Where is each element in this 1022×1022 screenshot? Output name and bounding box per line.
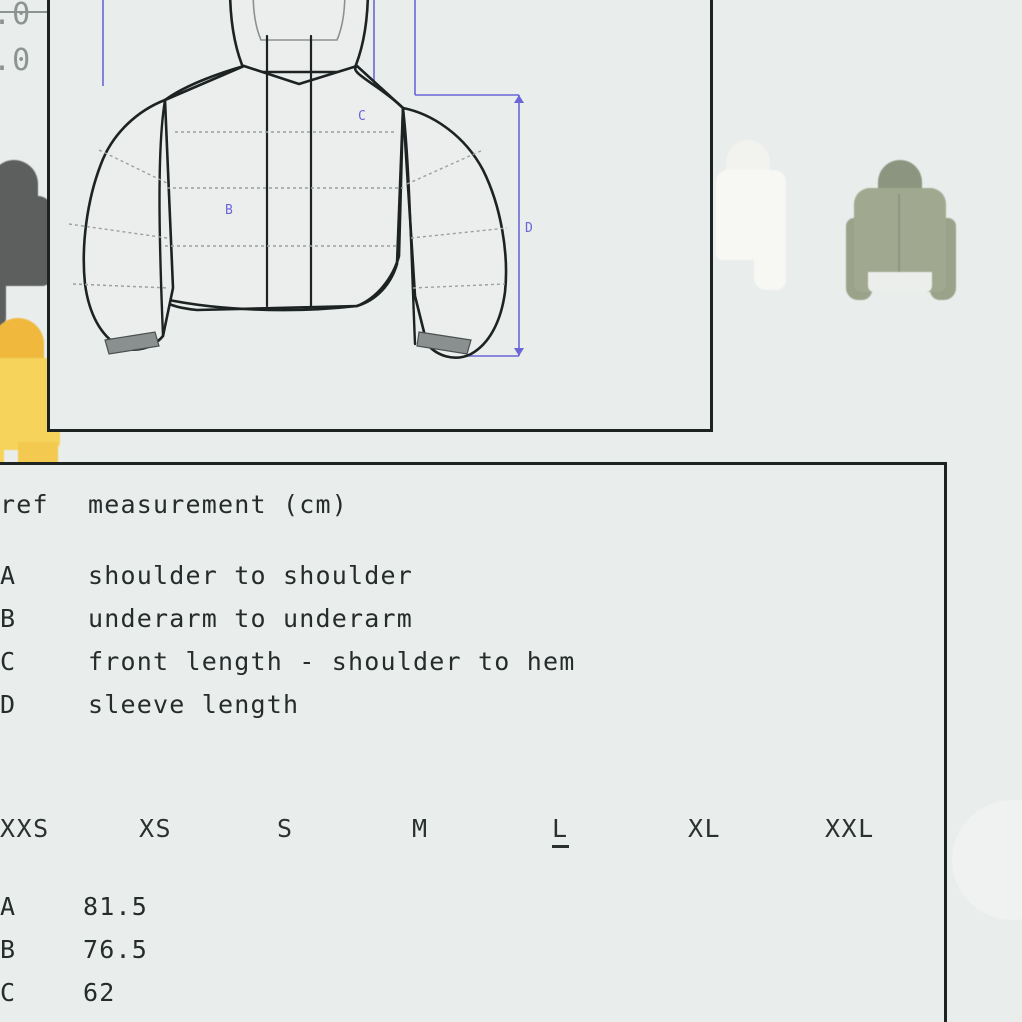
thumb-hem-gap (868, 272, 932, 292)
legend-header-row: ref measurement (cm) (0, 490, 947, 533)
legend-ref-a: A (0, 561, 17, 590)
value-row-a: A 81.5 (0, 892, 947, 935)
legend-row-c: C front length - shoulder to hem (0, 647, 947, 690)
background-circle-decoration (952, 800, 1022, 920)
legend-desc-a: shoulder to shoulder (88, 561, 414, 590)
size-option-xxs[interactable]: XXS (0, 814, 50, 843)
legend-header-measurement: measurement (cm) (88, 490, 349, 519)
thumbnail-cream-puffer[interactable] (712, 140, 792, 292)
thumb-body (0, 196, 52, 286)
thumbnail-olive-puffer[interactable] (846, 160, 956, 300)
label-c: C (358, 109, 366, 124)
size-option-xxl[interactable]: XXL (825, 814, 875, 843)
jacket-technical-flat-svg: C B D (68, 0, 533, 359)
size-option-s[interactable]: S (277, 814, 294, 843)
value-a: 81.5 (83, 892, 149, 921)
size-selector-row: XXS XS S M L XL XXL (0, 814, 947, 854)
value-row-c: C 62 (0, 978, 947, 1021)
thumbnail-dark-grey-puffer[interactable] (0, 160, 52, 328)
thumb-sleeve (754, 218, 786, 290)
legend-desc-b: underarm to underarm (88, 604, 414, 633)
label-b: B (225, 203, 233, 218)
value-ref-b: B (0, 935, 17, 964)
screenshot-root: 0.0 5.0 (0, 0, 1022, 1022)
clipped-measurement-numbers: 0.0 5.0 (0, 0, 34, 84)
legend-desc-d: sleeve length (88, 690, 300, 719)
legend-ref-d: D (0, 690, 17, 719)
value-ref-c: C (0, 978, 17, 1007)
legend-ref-c: C (0, 647, 17, 676)
legend-ref-b: B (0, 604, 17, 633)
value-ref-a: A (0, 892, 17, 921)
legend-row-d: D sleeve length (0, 690, 947, 733)
legend-row-a: A shoulder to shoulder (0, 561, 947, 604)
size-option-xs[interactable]: XS (139, 814, 172, 843)
size-option-l[interactable]: L (552, 814, 569, 848)
measurement-legend: ref measurement (cm) A shoulder to shoul… (0, 490, 947, 733)
size-option-m[interactable]: M (412, 814, 429, 843)
value-c: 62 (83, 978, 116, 1007)
clipped-rule-line (0, 11, 47, 13)
size-option-xl[interactable]: XL (688, 814, 721, 843)
measurement-values: A 81.5 B 76.5 C 62 (0, 892, 947, 1021)
legend-header-ref: ref (0, 490, 49, 519)
clipped-number-2: 5.0 (0, 43, 32, 78)
jacket-diagram: C B D (47, 0, 713, 432)
value-row-b: B 76.5 (0, 935, 947, 978)
size-chart-content: ref measurement (cm) A shoulder to shoul… (0, 462, 947, 1022)
clipped-number-1: 0.0 (0, 0, 32, 32)
value-b: 76.5 (83, 935, 149, 964)
jacket-outline (82, 0, 508, 359)
label-d: D (525, 221, 533, 236)
legend-row-b: B underarm to underarm (0, 604, 947, 647)
legend-desc-c: front length - shoulder to hem (88, 647, 576, 676)
